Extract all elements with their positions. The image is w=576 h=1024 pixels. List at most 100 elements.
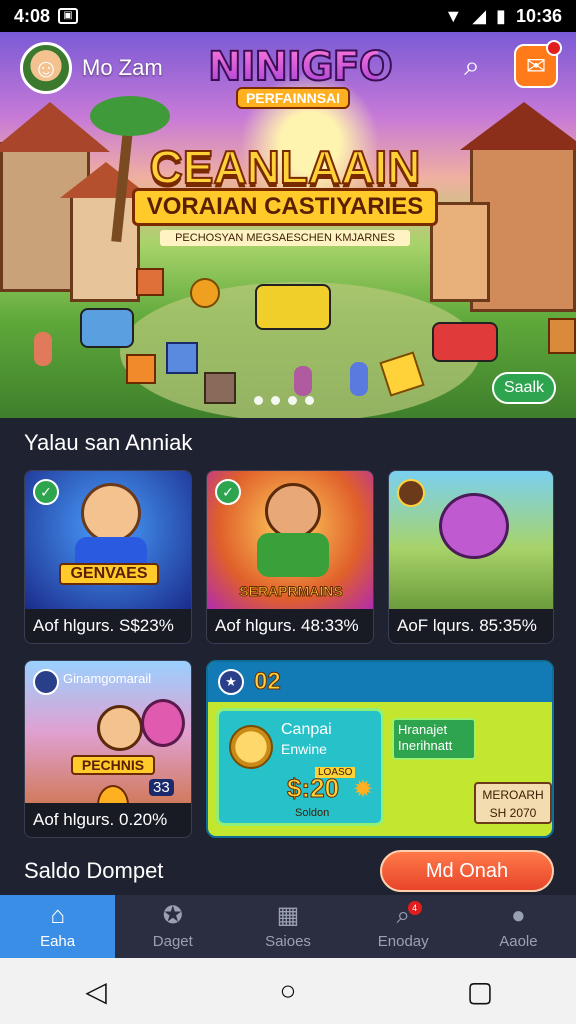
kid-figure bbox=[34, 332, 52, 366]
star-circle-icon: ✪ bbox=[162, 902, 183, 929]
username[interactable]: Mo Zam bbox=[82, 55, 163, 81]
card-caption: Aof hlgurs. 48:33% bbox=[207, 609, 373, 643]
tab-home[interactable]: ⌂ Eaha bbox=[0, 895, 116, 958]
promo-panel[interactable]: ★ 02 Canpai Enwine LOASO $:20 ✹ Soldon H… bbox=[206, 660, 554, 838]
coin-icon bbox=[229, 725, 273, 769]
bottom-tab-bar: ⌂ Eaha ✪ Daget ▦ Saioes ⌕ 4 Enoday ● Aao… bbox=[0, 895, 576, 958]
monster-character bbox=[141, 699, 185, 747]
hero-subtitle: PECHOSYAN MEGSAESCHEN KMJARNES bbox=[160, 230, 410, 246]
promo-header-text: 02 bbox=[254, 668, 282, 696]
character-head bbox=[265, 483, 321, 539]
character-body bbox=[257, 533, 329, 577]
game-card-1[interactable]: ✓ GENVAES Aof hlgurs. S$23% bbox=[24, 470, 192, 644]
home-button[interactable]: ○ bbox=[264, 967, 312, 1015]
promo-tag: Hranajet Inerihnatt bbox=[392, 718, 476, 760]
card-top-text: Ginamgomarail bbox=[63, 671, 152, 686]
monster-character bbox=[439, 493, 509, 559]
check-icon: ✓ bbox=[215, 479, 241, 505]
card-caption: AoF lqurs. 85:35% bbox=[389, 609, 553, 643]
tab-label: Saioes bbox=[265, 933, 311, 950]
kid-figure-2 bbox=[294, 366, 312, 396]
promo-header: ★ 02 bbox=[208, 662, 552, 702]
shield-icon bbox=[397, 479, 425, 507]
back-button[interactable]: ◁ bbox=[72, 967, 120, 1015]
hero-title: CEANLAAIN bbox=[149, 140, 422, 194]
battery-icon: ▮ bbox=[496, 5, 506, 26]
carousel-dot[interactable] bbox=[305, 396, 314, 405]
block-toy-4 bbox=[204, 372, 236, 404]
yellow-toy-car bbox=[255, 284, 331, 330]
block-toy-2 bbox=[126, 354, 156, 384]
tab-label: Eaha bbox=[40, 933, 76, 950]
notification-icon: ▣ bbox=[58, 8, 79, 24]
recents-icon: ▢ bbox=[466, 975, 494, 1007]
coin-toy bbox=[190, 278, 220, 308]
system-nav-bar: ◁ ○ ▢ bbox=[0, 958, 576, 1024]
game-card-2[interactable]: ✓ SERAPRMAINS Aof hlgurs. 48:33% bbox=[206, 470, 374, 644]
game-card-3[interactable]: AoF lqurs. 85:35% bbox=[388, 470, 554, 644]
carousel-dot[interactable] bbox=[271, 396, 280, 405]
tab-daget[interactable]: ✪ Daget bbox=[115, 895, 230, 958]
card-label: SERAPRMAINS bbox=[239, 583, 343, 600]
user-icon: ● bbox=[511, 902, 526, 929]
promo-header-icon: ★ bbox=[218, 669, 244, 695]
kid-figure-3 bbox=[350, 362, 368, 396]
carousel-dot[interactable] bbox=[288, 396, 297, 405]
calendar-icon: ▦ bbox=[276, 902, 300, 929]
tab-aaole[interactable]: ● Aaole bbox=[461, 895, 576, 958]
promo-reward-box[interactable]: Canpai Enwine LOASO $:20 ✹ Soldon bbox=[216, 708, 384, 826]
block-toy-3 bbox=[166, 342, 198, 374]
avatar[interactable]: ☺ bbox=[20, 42, 72, 94]
tab-badge: 4 bbox=[407, 901, 422, 915]
promo-badge-line1: MEROARH bbox=[482, 788, 544, 802]
card-label: PECHNIS bbox=[71, 755, 155, 775]
tab-label: Enoday bbox=[377, 933, 429, 950]
promo-tag-line1: Hranajet bbox=[398, 722, 448, 737]
hero-ribbon: VORAIAN CASTIYARIES bbox=[131, 188, 439, 226]
promo-amount: $:20 bbox=[286, 773, 340, 804]
promo-amount-bottom: Soldon bbox=[295, 807, 330, 819]
card-label: GENVAES bbox=[59, 563, 159, 585]
wallet-title: Saldo Dompet bbox=[24, 858, 164, 883]
card-caption: Aof hlgurs. 0.20% bbox=[25, 803, 191, 837]
tab-enoday[interactable]: ⌕ 4 Enoday bbox=[346, 895, 461, 958]
status-time-left: 4:08 bbox=[14, 5, 51, 26]
logo-subtitle: PERFAINNSAI bbox=[235, 87, 351, 109]
carousel-dots bbox=[254, 396, 314, 405]
status-bar: 4:08 ▣ ▼ ◢ ▮ 10:36 bbox=[0, 0, 576, 32]
banner-action-button[interactable]: Saalk bbox=[492, 372, 556, 404]
logo-title: NINIGFO bbox=[207, 43, 394, 91]
promo-tag-line2: Inerihnatt bbox=[398, 738, 453, 753]
wallet-button[interactable]: Md Onah bbox=[380, 850, 554, 892]
hero-title-block: CEANLAAIN VORAIAN CASTIYARIES PECHOSYAN … bbox=[130, 140, 440, 246]
check-icon: ✓ bbox=[33, 479, 59, 505]
home-icon: ⌂ bbox=[50, 902, 65, 929]
block-toy bbox=[136, 268, 164, 296]
character-head bbox=[97, 705, 143, 751]
home-circle-icon: ○ bbox=[279, 975, 297, 1006]
barrel-toy bbox=[548, 318, 576, 354]
promo-box-title: Canpai bbox=[281, 721, 332, 738]
card-caption: Aof hlgurs. S$23% bbox=[25, 609, 191, 643]
gear-icon: ✹ bbox=[353, 776, 374, 803]
recents-button[interactable]: ▢ bbox=[456, 967, 504, 1015]
game-card-4[interactable]: Ginamgomarail PECHNIS 33 Aof hlgurs. 0.2… bbox=[24, 660, 192, 838]
promo-box-subtitle: Enwine bbox=[281, 741, 327, 757]
tab-saioes[interactable]: ▦ Saioes bbox=[230, 895, 345, 958]
top-bar: ☺ Mo Zam NINIGFO PERFAINNSAI bbox=[0, 32, 576, 109]
wifi-icon: ▼ bbox=[444, 5, 463, 26]
section-title: Yalau san Anniak bbox=[24, 430, 193, 455]
signal-icon: ◢ bbox=[472, 5, 487, 26]
status-time-right: 10:36 bbox=[515, 5, 562, 26]
carousel-dot[interactable] bbox=[254, 396, 263, 405]
roof-right bbox=[460, 102, 576, 150]
promo-badge-line2: SH 2070 bbox=[489, 806, 537, 820]
blue-toy-car bbox=[80, 308, 134, 348]
red-toy-car bbox=[432, 322, 498, 362]
tab-label: Daget bbox=[152, 933, 193, 950]
card-score: 33 bbox=[149, 779, 174, 796]
back-icon: ◁ bbox=[85, 975, 107, 1007]
game-icon bbox=[33, 669, 59, 695]
tab-label: Aaole bbox=[499, 933, 538, 950]
character-head bbox=[81, 483, 141, 543]
